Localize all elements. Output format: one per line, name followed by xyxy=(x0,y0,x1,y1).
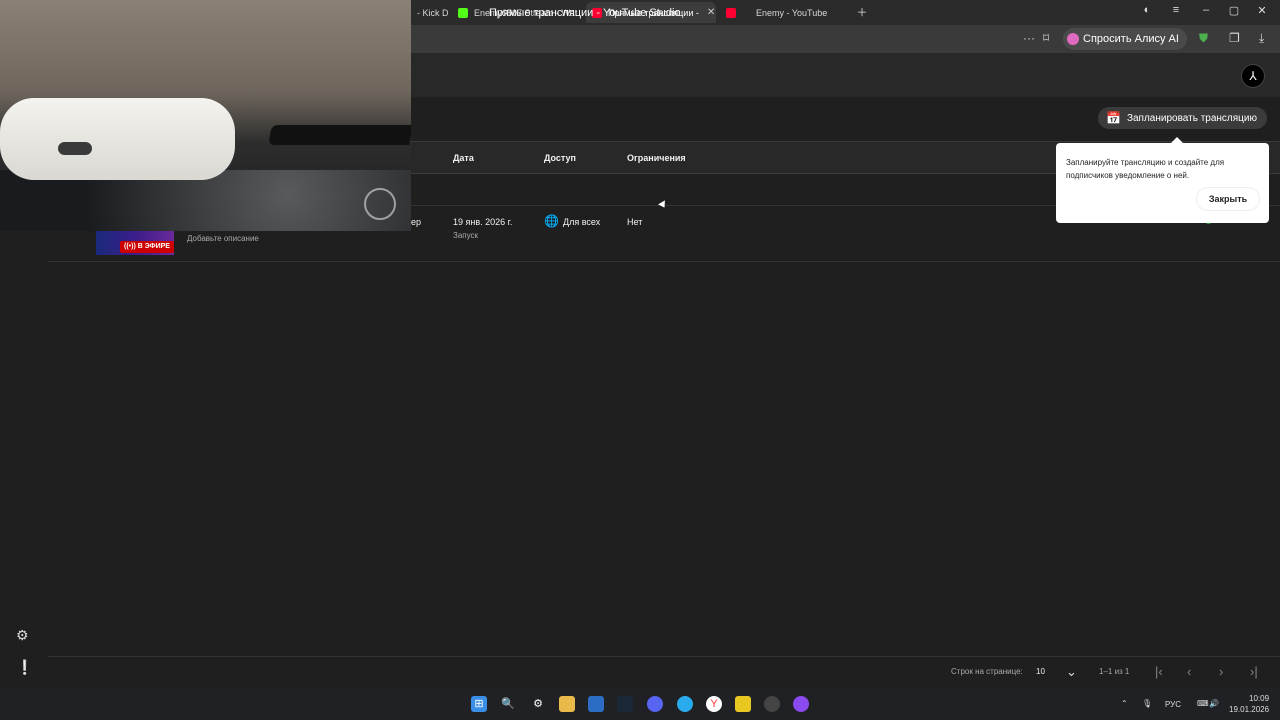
menu-icon[interactable]: ≡ xyxy=(1167,4,1185,16)
calendar-icon: 📅 xyxy=(1106,111,1121,125)
minimize-icon[interactable]: – xyxy=(1197,4,1215,16)
schedule-tooltip: Запланируйте трансляцию и создайте для п… xyxy=(1056,137,1269,223)
download-icon[interactable]: ⤓ xyxy=(1259,31,1264,46)
file-explorer-icon[interactable] xyxy=(559,696,575,712)
tab-label: Enemy - YouTube xyxy=(756,7,828,18)
tooltip-close-button[interactable]: Закрыть xyxy=(1197,188,1259,210)
first-page-icon[interactable]: |‹ xyxy=(1155,664,1163,679)
yandex-browser-icon[interactable]: Y xyxy=(706,696,722,712)
youtube-icon xyxy=(726,7,736,18)
page-title: Прямые трансляции - YouTube Studio xyxy=(489,7,681,19)
alice-label: Спросить Алису AI xyxy=(1083,33,1179,45)
schedule-stream-button[interactable]: 📅 Запланировать трансляцию xyxy=(1098,107,1267,129)
taskbar xyxy=(0,688,1280,720)
earbuds-case xyxy=(0,98,235,180)
mat-logo-icon xyxy=(364,188,396,220)
tab-enemy-youtube[interactable]: Enemy - YouTube xyxy=(720,2,848,23)
column-access[interactable]: Доступ xyxy=(544,153,576,163)
rows-per-page-select[interactable]: 10 xyxy=(1036,667,1045,676)
language-indicator[interactable]: РУС xyxy=(1165,700,1181,709)
live-badge: ((•)) В ЭФИРЕ xyxy=(120,241,174,253)
tab-label: - Kick D xyxy=(417,7,449,18)
usb-port xyxy=(58,142,92,155)
pagination-bar xyxy=(48,656,1280,688)
alice-icon xyxy=(1067,33,1079,45)
tooltip-text: Запланируйте трансляцию и создайте для п… xyxy=(1066,158,1225,180)
clock-time[interactable]: 10:09 xyxy=(1249,694,1269,703)
obs-icon[interactable] xyxy=(764,696,780,712)
page-range: 1–1 из 1 xyxy=(1099,667,1130,676)
stream-title[interactable]: ер xyxy=(411,217,421,227)
discord-icon[interactable] xyxy=(647,696,663,712)
tab-kick[interactable]: - Kick D xyxy=(411,2,449,23)
ask-alice-button[interactable]: Спросить Алису AI xyxy=(1063,28,1187,50)
last-page-icon[interactable]: ›| xyxy=(1250,664,1258,679)
webcam-overlay[interactable] xyxy=(0,0,411,231)
profile-icon[interactable]: ◐ xyxy=(1138,4,1156,16)
phone-image xyxy=(268,125,411,145)
row-access[interactable]: Для всех xyxy=(563,217,600,227)
shield-icon[interactable]: ⛊ xyxy=(1199,31,1208,46)
store-icon[interactable] xyxy=(588,696,604,712)
telegram-icon[interactable] xyxy=(677,696,693,712)
description-placeholder[interactable]: Добавьте описание xyxy=(187,234,259,243)
network-icon[interactable]: ⌨ xyxy=(1197,699,1209,708)
maximize-icon[interactable]: ▢ xyxy=(1225,4,1243,17)
volume-icon[interactable]: 🔊 xyxy=(1209,699,1219,708)
close-window-icon[interactable]: ✕ xyxy=(1253,4,1271,17)
row-restrictions: Нет xyxy=(627,217,643,227)
close-tab-icon[interactable]: ✕ xyxy=(707,7,715,18)
schedule-label: Запланировать трансляцию xyxy=(1126,112,1257,124)
globe-icon: 🌐 xyxy=(544,214,559,228)
search-icon[interactable]: 🔍 xyxy=(500,696,516,712)
steam-icon[interactable] xyxy=(617,696,633,712)
chevron-down-icon[interactable]: ⌄ xyxy=(1066,664,1077,680)
avatar[interactable]: ⅄ xyxy=(1241,64,1265,88)
settings-icon[interactable]: ⚙ xyxy=(16,627,29,644)
next-page-icon[interactable]: › xyxy=(1219,664,1223,679)
app-icon[interactable] xyxy=(735,696,751,712)
row-date: 19 янв. 2026 г. xyxy=(453,217,513,227)
feedback-icon[interactable]: ❕ xyxy=(16,659,33,676)
kick-icon xyxy=(458,7,468,18)
alice-app-icon[interactable] xyxy=(793,696,809,712)
rows-per-page-label: Строк на странице: xyxy=(951,667,1023,676)
row-date-sub: Запуск xyxy=(453,231,479,240)
tray-overflow-icon[interactable]: ⌃ xyxy=(1121,699,1128,708)
windows-start-icon[interactable]: ⊞ xyxy=(471,696,487,712)
more-icon[interactable]: ··· xyxy=(1023,31,1035,45)
new-tab-icon[interactable]: ＋ xyxy=(853,4,871,20)
prev-page-icon[interactable]: ‹ xyxy=(1187,664,1191,679)
column-date[interactable]: Дата xyxy=(453,153,474,163)
microphone-icon[interactable]: 🎙 xyxy=(1142,699,1152,708)
bookmark-icon[interactable]: ⌑ xyxy=(1043,31,1049,45)
column-restrictions[interactable]: Ограничения xyxy=(627,153,686,163)
collections-icon[interactable]: ❐ xyxy=(1229,31,1240,45)
clock-date[interactable]: 19.01.2026 xyxy=(1229,705,1269,714)
settings-app-icon[interactable]: ⚙ xyxy=(530,696,546,712)
